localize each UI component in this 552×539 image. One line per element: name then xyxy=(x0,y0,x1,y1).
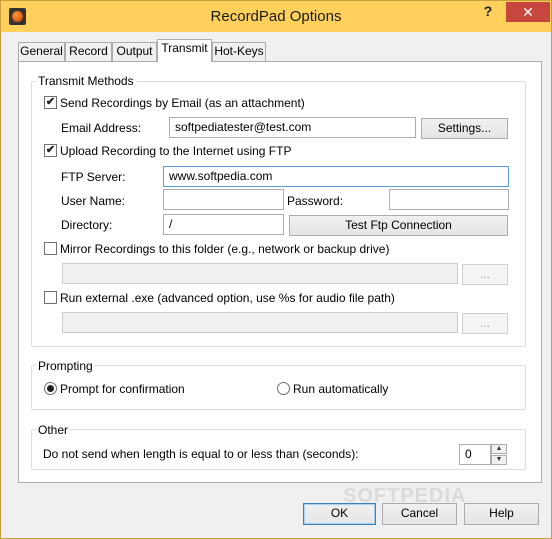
username-label: User Name: xyxy=(61,194,126,208)
window-title: RecordPad Options xyxy=(210,8,342,25)
ftp-server-label: FTP Server: xyxy=(61,170,126,184)
ftp-server-input[interactable]: www.softpedia.com xyxy=(163,166,509,187)
run-automatically-label: Run automatically xyxy=(293,382,389,396)
spin-up-icon[interactable]: ▲ xyxy=(491,444,507,454)
tab-transmit[interactable]: Transmit xyxy=(157,39,212,62)
send-email-label: Send Recordings by Email (as an attachme… xyxy=(60,96,305,110)
softpedia-watermark: SOFTPEDIA xyxy=(343,485,467,507)
mirror-recordings-checkbox[interactable] xyxy=(44,242,57,255)
prompt-confirmation-label: Prompt for confirmation xyxy=(60,382,185,396)
min-length-label: Do not send when length is equal to or l… xyxy=(43,447,359,461)
tab-general[interactable]: General xyxy=(18,42,65,61)
title-bar[interactable]: RecordPad Options ? ✕ xyxy=(1,1,551,32)
send-email-checkbox[interactable]: ✔ xyxy=(44,96,57,109)
tab-output[interactable]: Output xyxy=(112,42,157,61)
run-external-exe-label: Run external .exe (advanced option, use … xyxy=(60,291,395,305)
mirror-browse-button[interactable]: ... xyxy=(462,264,508,285)
run-automatically-radio[interactable] xyxy=(277,382,290,395)
help-button[interactable]: Help xyxy=(464,503,539,525)
mirror-recordings-label: Mirror Recordings to this folder (e.g., … xyxy=(60,242,390,256)
directory-label: Directory: xyxy=(61,218,113,232)
username-input[interactable] xyxy=(163,189,284,210)
other-label: Other xyxy=(36,423,71,437)
options-dialog: RecordPad Options ? ✕ General Record Out… xyxy=(0,0,552,539)
email-settings-button[interactable]: Settings... xyxy=(421,118,508,139)
transmit-methods-label: Transmit Methods xyxy=(36,74,136,88)
upload-ftp-checkbox[interactable]: ✔ xyxy=(44,144,57,157)
directory-input[interactable]: / xyxy=(163,214,284,235)
external-exe-input[interactable] xyxy=(62,312,458,333)
email-address-input[interactable]: softpediatester@test.com xyxy=(169,117,416,138)
external-exe-browse-button[interactable]: ... xyxy=(462,313,508,334)
prompting-label: Prompting xyxy=(36,359,95,373)
help-question-icon[interactable]: ? xyxy=(475,3,501,23)
close-icon[interactable]: ✕ xyxy=(506,2,550,22)
password-input[interactable] xyxy=(389,189,509,210)
mirror-folder-input[interactable] xyxy=(62,263,458,284)
tab-hot-keys[interactable]: Hot-Keys xyxy=(212,42,266,61)
spin-down-icon[interactable]: ▼ xyxy=(491,455,507,465)
min-length-input[interactable]: 0 xyxy=(459,444,491,465)
password-label: Password: xyxy=(287,194,344,208)
tab-record[interactable]: Record xyxy=(65,42,112,61)
prompt-confirmation-radio[interactable] xyxy=(44,382,57,395)
email-address-label: Email Address: xyxy=(61,121,142,135)
upload-ftp-label: Upload Recording to the Internet using F… xyxy=(60,144,292,158)
transmit-tab-panel: Transmit Methods ✔ Send Recordings by Em… xyxy=(18,61,542,483)
run-external-exe-checkbox[interactable] xyxy=(44,291,57,304)
test-ftp-connection-button[interactable]: Test Ftp Connection xyxy=(289,215,508,236)
